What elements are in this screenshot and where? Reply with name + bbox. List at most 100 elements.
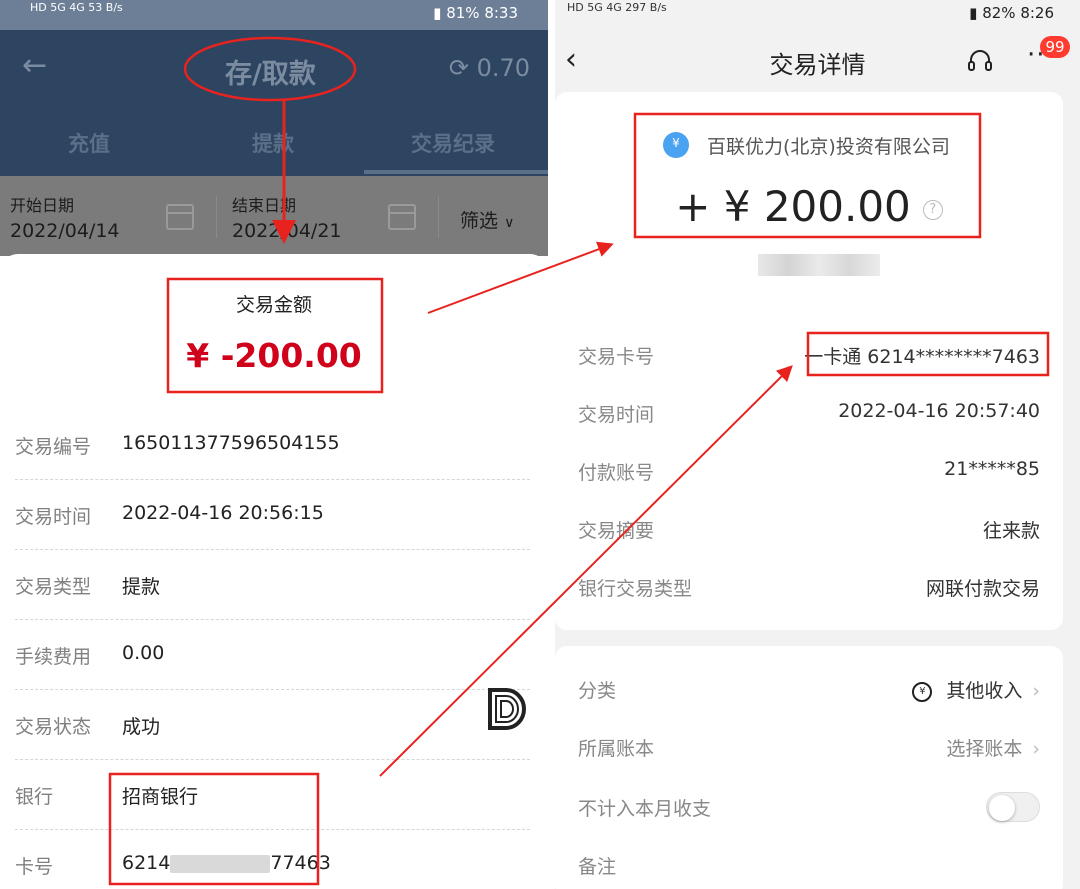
- row-label: 交易状态: [15, 716, 92, 738]
- row-value: 提款: [122, 576, 161, 598]
- amount-value: + ¥ 200.00: [675, 182, 911, 231]
- row-value: 网联付款交易: [925, 578, 1040, 600]
- status-right: ▮ 82% 8:26: [969, 4, 1054, 22]
- detail-row-payer: 付款账号 21*****85: [578, 450, 1040, 490]
- row-value: 一卡通 6214********7463: [804, 346, 1040, 368]
- status-bar: HD 5G 4G 297 B/s ▮ 82% 8:26: [555, 0, 1080, 30]
- app-header: ← 存/取款 ⟳ 0.70: [0, 30, 548, 110]
- d-logo-icon: [488, 688, 526, 730]
- row-value: 2022-04-16 20:56:15: [122, 502, 324, 524]
- end-date-value[interactable]: 2022/04/21: [232, 220, 342, 242]
- right-phone-screen: HD 5G 4G 297 B/s ▮ 82% 8:26 ‹ 交易详情 ··· 9…: [555, 0, 1080, 889]
- tab-history[interactable]: 交易纪录: [411, 128, 495, 158]
- row-label: 交易摘要: [578, 520, 655, 542]
- battery-percent: 81%: [446, 4, 480, 22]
- row-value: 往来款: [982, 520, 1040, 542]
- balance-value: 0.70: [476, 54, 530, 82]
- row-label: 所属账本: [578, 738, 655, 760]
- setting-ledger[interactable]: 所属账本 选择账本 ›: [578, 726, 1040, 766]
- battery-icon: ▮: [433, 4, 442, 22]
- start-date-value[interactable]: 2022/04/14: [10, 220, 120, 242]
- start-date-label: 开始日期: [10, 196, 75, 215]
- detail-row-time: 交易时间 2022-04-16 20:56:15: [15, 480, 530, 550]
- amount-display: + ¥ 200.00?: [555, 182, 1063, 231]
- setting-category[interactable]: 分类 ¥ 其他收入 ›: [578, 668, 1040, 708]
- row-value: 0.00: [122, 642, 165, 664]
- detail-row-id: 交易编号 165011377596504155: [15, 410, 530, 480]
- battery-icon: ▮: [969, 4, 978, 22]
- exclude-toggle[interactable]: [986, 792, 1040, 822]
- row-value: 165011377596504155: [122, 432, 340, 454]
- detail-row-time: 交易时间 2022-04-16 20:57:40: [578, 392, 1040, 432]
- company-icon: [663, 132, 689, 158]
- filter-label: 筛选: [460, 210, 499, 232]
- detail-row-card: 卡号 6214 77463: [15, 830, 530, 889]
- settings-card: 分类 ¥ 其他收入 › 所属账本 选择账本 › 不计入本月收支 备注: [555, 646, 1063, 889]
- category-value: 其他收入: [946, 680, 1023, 702]
- nav-bar: ‹ 交易详情 ··· 99: [555, 30, 1080, 92]
- transaction-card: 百联优力(北京)投资有限公司 + ¥ 200.00? 交易卡号 一卡通 6214…: [555, 92, 1063, 630]
- row-label: 交易编号: [15, 436, 92, 458]
- row-label: 交易卡号: [578, 346, 655, 368]
- divider: [438, 196, 439, 238]
- calendar-icon[interactable]: [166, 204, 194, 230]
- coin-icon: ⟳: [448, 54, 469, 82]
- amount-label: 交易金额: [235, 294, 312, 316]
- amount-value: ¥ -200.00: [186, 336, 362, 375]
- calendar-icon[interactable]: [388, 204, 416, 230]
- network-indicator: HD 5G 4G 297 B/s: [567, 1, 667, 14]
- question-icon[interactable]: ?: [922, 199, 943, 220]
- detail-row-status: 交易状态 成功: [15, 690, 530, 760]
- row-label: 备注: [578, 856, 617, 878]
- battery-percent: 82%: [982, 4, 1016, 22]
- row-value: 选择账本 ›: [946, 734, 1040, 761]
- detail-row-bank-type: 银行交易类型 网联付款交易: [578, 566, 1040, 606]
- row-label: 手续费用: [15, 646, 92, 668]
- row-label: 交易类型: [15, 576, 92, 598]
- balance-display[interactable]: ⟳ 0.70: [449, 54, 530, 82]
- row-label: 银行: [15, 786, 54, 808]
- chevron-right-icon: ›: [1032, 738, 1040, 760]
- setting-note[interactable]: 备注: [578, 844, 1040, 884]
- back-arrow-icon[interactable]: ←: [22, 48, 47, 83]
- page-title: 存/取款: [225, 59, 316, 90]
- network-indicator: HD 5G 4G 53 B/s: [30, 1, 123, 14]
- row-label: 不计入本月收支: [578, 798, 712, 820]
- company-name: 百联优力(北京)投资有限公司: [707, 136, 950, 158]
- notification-badge: 99: [1040, 36, 1070, 58]
- divider: [216, 196, 217, 238]
- transaction-detail-sheet: 交易金额 ¥ -200.00 交易编号 165011377596504155 交…: [0, 254, 548, 889]
- ledger-value: 选择账本: [946, 738, 1023, 760]
- page-title: 交易详情: [769, 51, 866, 79]
- left-phone-screen: HD 5G 4G 53 B/s ▮ 81% 8:33 ← 存/取款 ⟳ 0.70…: [0, 0, 548, 889]
- row-label: 交易时间: [578, 404, 655, 426]
- filter-button[interactable]: 筛选 ∨: [460, 206, 514, 233]
- tab-withdraw[interactable]: 提款: [252, 128, 294, 158]
- row-value: 2022-04-16 20:57:40: [838, 400, 1040, 422]
- headset-icon[interactable]: [967, 48, 993, 74]
- active-tab-indicator: [364, 170, 548, 174]
- card-suffix: 77463: [270, 852, 331, 874]
- row-value: 6214 77463: [122, 852, 331, 874]
- chevron-down-icon: ∨: [504, 215, 515, 231]
- row-value: 成功: [122, 716, 161, 738]
- card-prefix: 6214: [122, 852, 171, 874]
- row-value: 招商银行: [122, 786, 199, 808]
- redaction-blur: [758, 254, 880, 276]
- setting-exclude: 不计入本月收支: [578, 786, 1040, 826]
- end-date-label: 结束日期: [232, 196, 297, 215]
- detail-row-bank: 银行 招商银行: [15, 760, 530, 830]
- status-bar: HD 5G 4G 53 B/s ▮ 81% 8:33: [0, 0, 548, 30]
- row-value: 21*****85: [944, 458, 1040, 480]
- tab-bar: 充值 提款 交易纪录: [0, 110, 548, 176]
- tab-deposit[interactable]: 充值: [68, 128, 110, 158]
- detail-row-type: 交易类型 提款: [15, 550, 530, 620]
- yuan-icon: ¥: [912, 681, 933, 702]
- redaction-blur: [170, 854, 271, 873]
- row-label: 交易时间: [15, 506, 92, 528]
- detail-row-fee: 手续费用 0.00: [15, 620, 530, 690]
- detail-row-card: 交易卡号 一卡通 6214********7463: [578, 334, 1040, 374]
- row-value: ¥ 其他收入 ›: [912, 676, 1040, 703]
- row-label: 卡号: [15, 856, 54, 878]
- clock: 8:33: [484, 4, 518, 22]
